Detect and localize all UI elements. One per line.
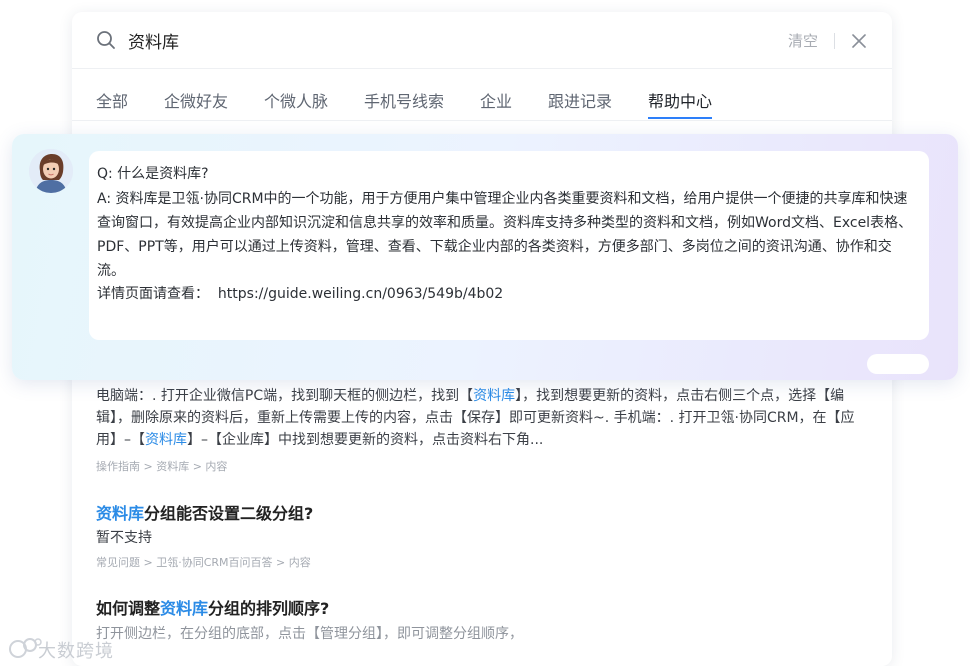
assistant-avatar <box>29 149 73 193</box>
tab-all[interactable]: 全部 <box>96 88 128 112</box>
detail-label: 详情页面请查看： <box>97 286 209 302</box>
result-snippet: 暂不支持 <box>96 530 152 546</box>
detail-link[interactable]: https://guide.weiling.cn/0963/549b/4b02 <box>218 286 503 302</box>
search-input[interactable] <box>128 26 688 54</box>
title-text: 如何调整 <box>96 599 161 618</box>
search-icon <box>97 31 115 49</box>
tab-personal-wechat[interactable]: 个微人脉 <box>264 88 328 112</box>
tab-follow-up[interactable]: 跟进记录 <box>548 88 612 112</box>
divider <box>834 33 835 49</box>
search-bar: 清空 <box>72 12 892 69</box>
assistant-avatar-icon <box>29 149 73 193</box>
answer-action-button[interactable] <box>867 354 929 374</box>
answer-detail: 详情页面请查看： https://guide.weiling.cn/0963/5… <box>97 283 503 303</box>
keyword-highlight: 资料库 <box>145 432 187 448</box>
result-title[interactable]: 资料库分组能否设置二级分组? <box>96 500 313 524</box>
breadcrumb: 操作指南 > 资料库 > 内容 <box>96 460 228 473</box>
result-snippet: 打开侧边栏，在分组的底部，点击【管理分组】，即可调整分组顺序， <box>96 626 523 642</box>
answer-text: A: 资料库是卫瓴·协同CRM中的一个功能，用于方便用户集中管理企业内各类重要资… <box>97 191 913 279</box>
clear-button[interactable]: 清空 <box>788 30 818 51</box>
tab-wecom-friends[interactable]: 企微好友 <box>164 88 228 112</box>
title-text: 分组能否设置二级分组? <box>144 504 314 523</box>
keyword-highlight: 资料库 <box>96 504 145 523</box>
answer-question: Q: 什么是资料库? <box>97 166 209 182</box>
keyword-highlight: 资料库 <box>160 599 209 618</box>
tab-enterprise[interactable]: 企业 <box>480 88 512 112</box>
active-tab-indicator <box>648 117 712 119</box>
title-text: 分组的排列顺序? <box>208 599 330 618</box>
result-snippet[interactable]: 电脑端：. 打开企业微信PC端，找到聊天框的侧边栏，找到【资料库】，找到想要更新… <box>96 385 868 451</box>
tab-phone-leads[interactable]: 手机号线索 <box>364 88 444 112</box>
tab-help-center[interactable]: 帮助中心 <box>648 88 712 112</box>
result-title[interactable]: 如何调整资料库分组的排列顺序? <box>96 595 329 619</box>
snippet-text: 】–【企业库】中找到想要更新的资料，点击资料右下角... <box>187 432 544 448</box>
keyword-highlight: 资料库 <box>473 388 516 404</box>
watermark-text: 大数跨境 <box>38 641 114 662</box>
ai-answer-card: Q: 什么是资料库? A: 资料库是卫瓴·协同CRM中的一个功能，用于方便用户集… <box>12 134 958 380</box>
answer-content: Q: 什么是资料库? A: 资料库是卫瓴·协同CRM中的一个功能，用于方便用户集… <box>89 151 929 340</box>
snippet-text: 电脑端：. 打开企业微信PC端，找到聊天框的侧边栏，找到【 <box>96 388 474 404</box>
breadcrumb: 常见问题 > 卫瓴·协同CRM百问百答 > 内容 <box>96 556 311 569</box>
close-icon[interactable] <box>852 34 866 48</box>
